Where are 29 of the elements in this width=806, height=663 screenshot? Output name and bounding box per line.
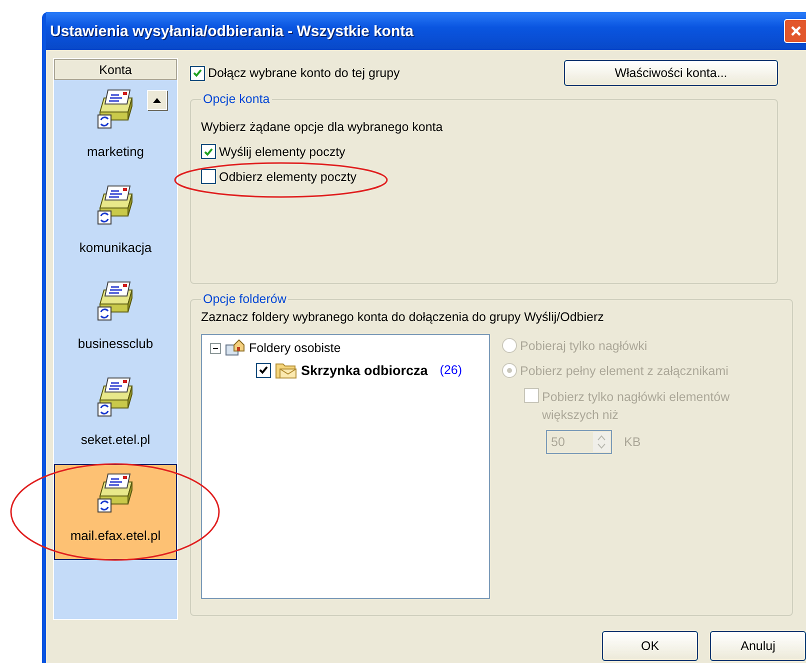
radio-label: Pobieraj tylko nagłówki [520, 338, 648, 352]
radio-label: Pobierz pełny element z załącznikami [520, 364, 728, 378]
hint-text: Wybierz żądane opcje dla wybranego konta [201, 120, 444, 134]
checkbox-label: Dołącz wybrane konto do tej grupy [208, 66, 400, 80]
dialog-button[interactable]: Anuluj [710, 631, 806, 661]
tree-item[interactable]: Skrzynka odbiorcza [301, 362, 428, 378]
account-item[interactable]: komunikacja [54, 176, 177, 272]
unit-label: KB [624, 435, 641, 449]
dialog-button[interactable]: OK [602, 631, 698, 661]
account-item[interactable]: businessclub [54, 272, 177, 368]
sidebar-header: Konta [54, 59, 177, 80]
checkbox-label: Wyślij elementy poczty [219, 144, 346, 158]
group-title: Opcje folderów [202, 292, 288, 306]
checkbox-label: Odbierz elementy poczty [219, 170, 357, 184]
hint-text: Zaznacz foldery wybranego konta do dołączenia do grupy Wyślij/Odbierz [201, 310, 605, 324]
account-label: komunikacja [79, 240, 152, 255]
account-label: marketing [86, 144, 144, 159]
unread-count: (26) [440, 363, 462, 377]
account-label: seket.etel.pl [80, 432, 150, 447]
account-item[interactable]: marketing [54, 80, 177, 176]
account-item[interactable]: seket.etel.pl [54, 368, 177, 464]
tree-item[interactable]: Foldery osobiste [249, 341, 341, 355]
account-item[interactable]: mail.efax.etel.pl [54, 464, 177, 560]
group-title: Opcje konta [202, 92, 271, 106]
account-properties-button[interactable]: Właściwości konta... [564, 60, 778, 86]
account-label: mail.efax.etel.pl [70, 528, 161, 543]
checkbox-label: Pobierz tylko nagłówki elementów większych niż [542, 389, 731, 424]
account-label: businessclub [78, 336, 154, 351]
window-title: Ustawienia wysyłania/odbierania - Wszystkie konta [50, 22, 414, 40]
